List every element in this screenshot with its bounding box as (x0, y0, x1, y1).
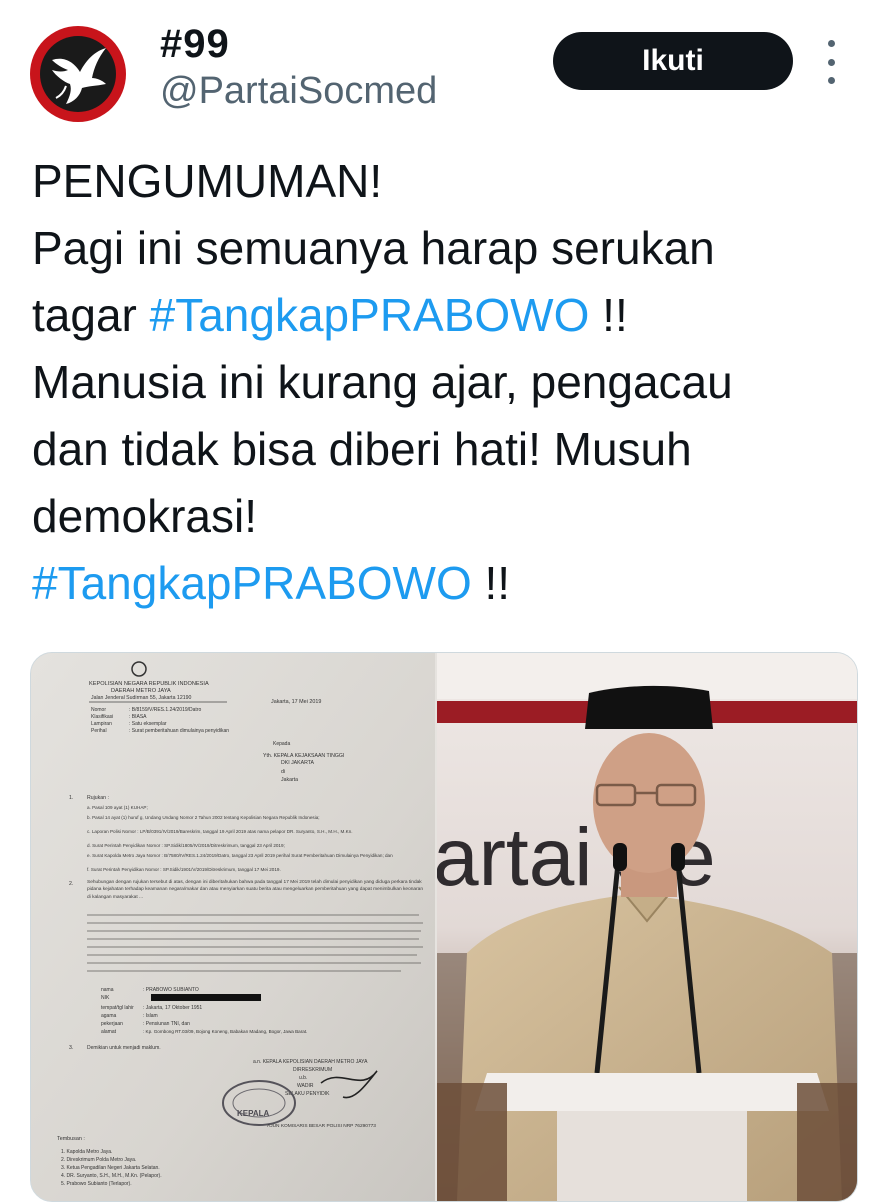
follow-button[interactable]: Ikuti (553, 32, 793, 90)
doc-identity-value: : Islam (143, 1013, 158, 1019)
tweet-line: dan tidak bisa diberi hati! Musuh (32, 423, 692, 475)
doc-identity-value: : PRABOWO SUBIANTO (143, 987, 199, 993)
doc-identity-label: NIK (101, 995, 110, 1001)
doc-recipient: Kepada (273, 741, 290, 747)
hashtag-link[interactable]: #TangkapPRABOWO (32, 557, 472, 609)
doc-tembusan-item: 5. Prabowo Subianto (Terlapor). (61, 1181, 132, 1187)
doc-section-title: Rujukan : (87, 795, 109, 801)
doc-reference: f. Surat Perintah Penyidikan Nomor : SP.… (87, 867, 281, 872)
doc-identity-value: : Jakarta, 17 Oktober 1951 (143, 1005, 202, 1011)
tweet-text-segment: !! (471, 557, 511, 609)
doc-signature-name: AJUN KOMISARIS BESAR POLISI NRP 76290773 (267, 1123, 376, 1129)
doc-title-line3: Jalan Jenderal Sudirman 55, Jakarta 1219… (91, 695, 191, 701)
more-options-icon[interactable] (820, 40, 842, 84)
tweet-text-segment: !! (589, 289, 628, 341)
doc-recipient: Jakarta (281, 777, 298, 783)
doc-reference: d. Surat Perintah Penyidikan Nomor : SP.… (87, 843, 285, 848)
tweet-text: PENGUMUMAN! Pagi ini semuanya harap seru… (32, 148, 852, 617)
doc-signature-line: u.b. (299, 1075, 307, 1081)
tweet-line: #TangkapPRABOWO !! (32, 550, 852, 617)
doc-date: Jakarta, 17 Mei 2019 (271, 699, 321, 705)
avatar[interactable] (30, 26, 126, 122)
tweet-line: demokrasi! (32, 490, 257, 542)
doc-recipient: di (281, 769, 285, 775)
doc-section-number: 3. (69, 1045, 73, 1051)
stamp-text: KEPALA (237, 1109, 270, 1118)
doc-meta-label: Perihal (91, 728, 107, 734)
doc-tembusan-item: 4. DR. Suryanto, S.H., M.H., M.Kn. (Pela… (61, 1173, 162, 1179)
doc-reference: c. Laporan Polisi Nomor : LP/B/0391/IV/2… (87, 829, 353, 834)
display-name[interactable]: #99 (160, 22, 230, 67)
doc-identity-label: tempat/tgl lahir (101, 1005, 134, 1011)
redaction-bar (151, 994, 261, 1001)
doc-recipient: Yth. KEPALA KEJAKSAAN TINGGI (263, 753, 344, 759)
tweet-text-segment: tagar (32, 289, 150, 341)
doc-identity-value: : Pensiunan TNI, dan (143, 1021, 190, 1027)
doc-recipient: DKI JAKARTA (281, 760, 314, 766)
doc-identity-label: alamat (101, 1029, 117, 1035)
doc-tembusan-title: Tembusan : (57, 1136, 85, 1142)
doc-section2-text: Sehubungan dengan rujukan tersebut di at… (87, 880, 423, 900)
doc-meta-value: : BIASA (129, 714, 147, 720)
dove-logo-icon (52, 48, 106, 104)
doc-identity-value: : Kp. Gombong RT.03/09, Bojong Koneng, B… (143, 1029, 307, 1034)
doc-title-line1: KEPOLISIAN NEGARA REPUBLIK INDONESIA (89, 681, 209, 687)
speaker-photo: artai Se (437, 653, 857, 1201)
doc-identity-label: nama (101, 987, 114, 993)
doc-meta-value: : Satu eksemplar (129, 721, 167, 727)
doc-meta-value: : B/8159/V/RES.1.24/2019/Datro (129, 707, 201, 713)
doc-tembusan-item: 1. Kapolda Metro Jaya. (61, 1149, 112, 1155)
peci-hat (585, 685, 713, 729)
tweet-line: tagar #TangkapPRABOWO !! (32, 282, 852, 349)
doc-section3-text: Demikian untuk menjadi maklum. (87, 1045, 161, 1051)
police-letter-image: KEPOLISIAN NEGARA REPUBLIK INDONESIA DAE… (31, 653, 435, 1201)
microphone (613, 843, 627, 871)
doc-title-line2: DAERAH METRO JAYA (111, 688, 171, 694)
doc-section2-body: Sehubungan dengan rujukan tersebut di at… (87, 880, 423, 900)
lectern (557, 1111, 747, 1201)
tweet-header: #99 @PartaiSocmed Ikuti (0, 0, 873, 140)
doc-section-number: 2. (69, 881, 73, 887)
doc-tembusan-item: 2. Direskrimum Polda Metro Jaya. (61, 1157, 136, 1163)
doc-reference: e. Surat Kapolda Metro Jaya Nomor : B/75… (87, 853, 393, 858)
doc-meta-label: Lampiran (91, 721, 112, 727)
tweet-line: Manusia ini kurang ajar, pengacau (32, 356, 733, 408)
doc-reference: a. Pasal 109 ayat (1) KUHAP; (87, 805, 148, 810)
doc-meta-label: Klasifikasi (91, 714, 113, 720)
tweet-line: Pagi ini semuanya harap serukan (32, 222, 715, 274)
doc-signature-line: WADIR (297, 1083, 314, 1089)
doc-signature-line: a.n. KEPALA KEPOLISIAN DAERAH METRO JAYA (253, 1059, 368, 1065)
lectern-top (475, 1073, 829, 1111)
doc-meta-label: Nomor (91, 707, 106, 713)
hashtag-link[interactable]: #TangkapPRABOWO (150, 289, 590, 341)
doc-section-number: 1. (69, 795, 73, 801)
tweet-media[interactable]: KEPOLISIAN NEGARA REPUBLIK INDONESIA DAE… (30, 652, 858, 1202)
doc-identity-label: agama (101, 1013, 117, 1019)
doc-meta-value: : Surat pemberitahuan dimulainya penyidi… (129, 728, 229, 734)
doc-tembusan-item: 3. Ketua Pengadilan Negeri Jakarta Selat… (61, 1165, 160, 1171)
doc-reference: b. Pasal 14 ayat (1) huruf g, Undang Und… (87, 815, 320, 820)
account-handle[interactable]: @PartaiSocmed (160, 70, 437, 113)
face (593, 733, 705, 873)
doc-signature-line: DIRRESKRIMUM (293, 1067, 332, 1073)
tweet-line: PENGUMUMAN! (32, 155, 383, 207)
doc-identity-label: pekerjaan (101, 1021, 123, 1027)
